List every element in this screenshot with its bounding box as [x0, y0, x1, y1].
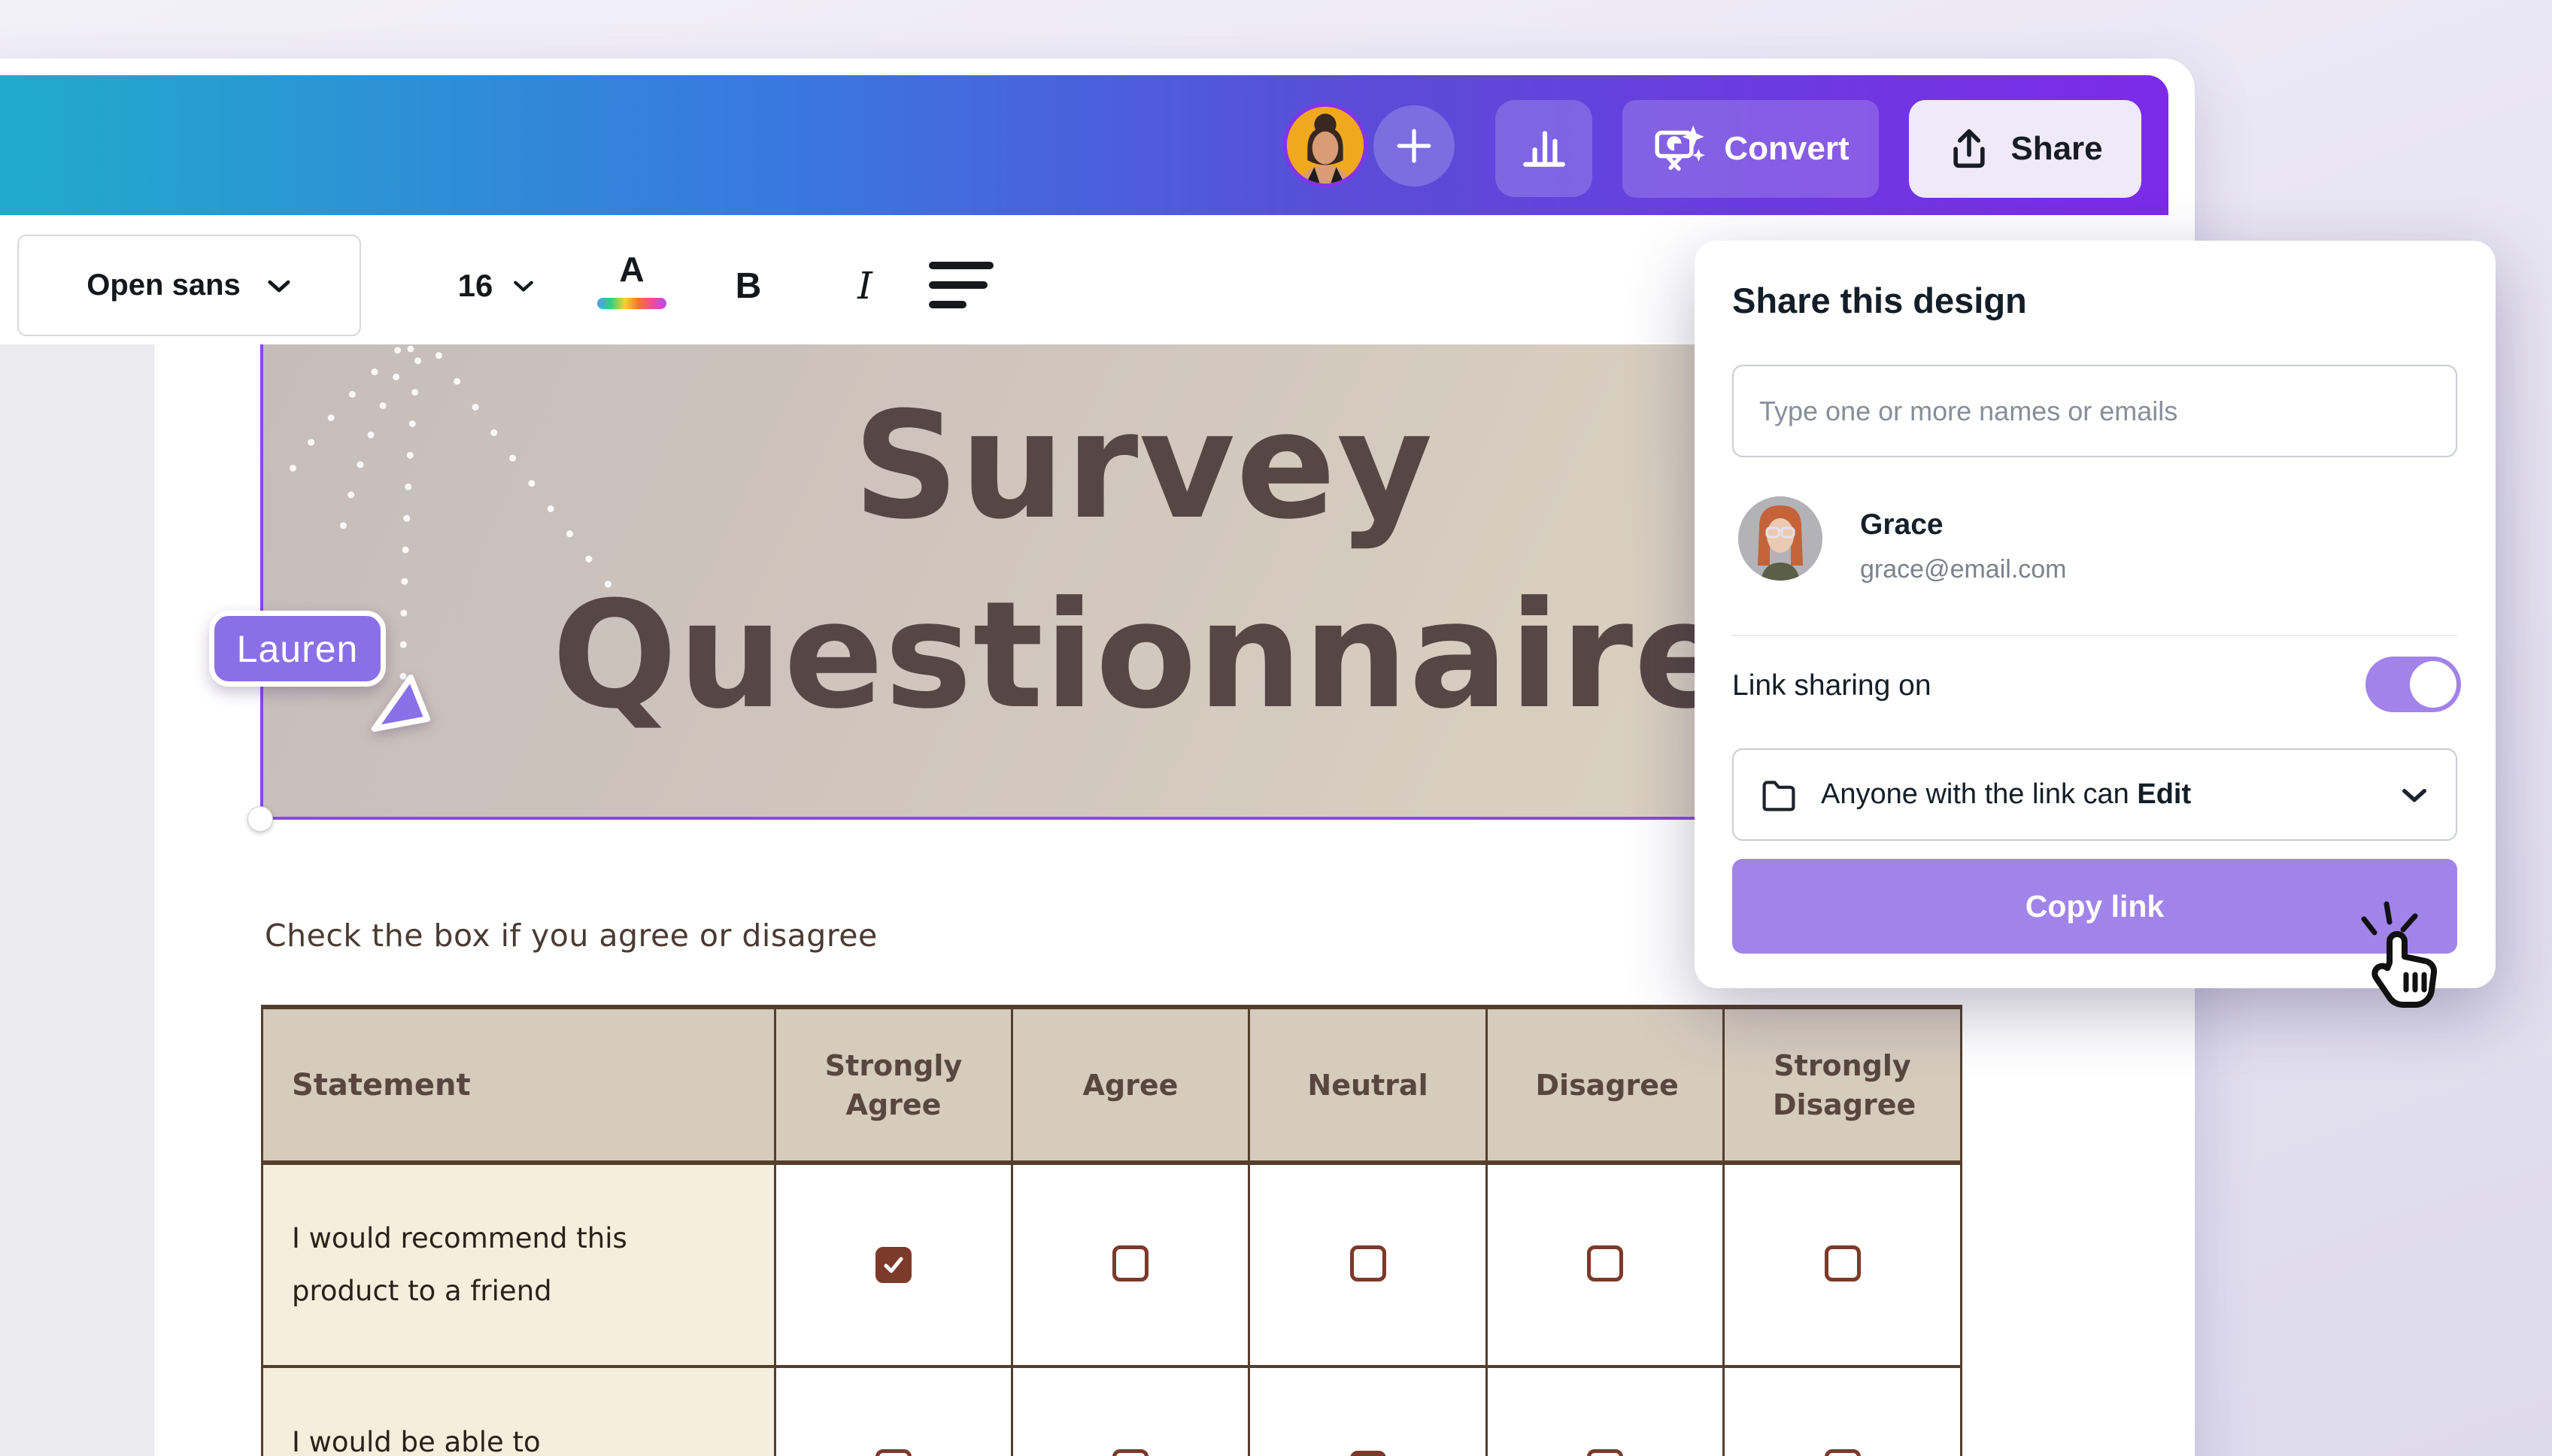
share-button[interactable]: Share — [1909, 100, 2141, 198]
rating-cell — [775, 1367, 1012, 1456]
share-recipients-input[interactable] — [1732, 365, 2457, 457]
italic-button[interactable]: I — [839, 248, 891, 323]
rating-cell — [1012, 1367, 1249, 1456]
permission-value: Edit — [2137, 778, 2191, 810]
text-align-button[interactable] — [929, 262, 997, 311]
magic-presentation-icon — [1652, 122, 1706, 176]
contact-name: Grace — [1860, 508, 1944, 541]
survey-instruction: Check the box if you agree or disagree — [265, 918, 878, 954]
permission-prefix: Anyone with the link can — [1821, 778, 2129, 810]
column-header: Agree — [1012, 1007, 1249, 1163]
export-icon — [1947, 127, 1991, 171]
bold-button[interactable]: B — [718, 248, 778, 323]
checkbox[interactable] — [1587, 1245, 1623, 1282]
add-collaborator-button[interactable] — [1373, 105, 1455, 187]
collaborator-name: Lauren — [237, 627, 359, 671]
align-left-icon — [929, 262, 997, 311]
desktop: Convert Share Open sans 16 — [0, 0, 2552, 1456]
click-cursor-icon — [2356, 896, 2469, 1017]
font-family-value: Open sans — [86, 268, 241, 302]
selection-resize-handle[interactable] — [247, 806, 273, 832]
plus-icon — [1393, 125, 1435, 167]
insights-button[interactable] — [1495, 100, 1592, 197]
contact-email: grace@email.com — [1860, 555, 2067, 584]
link-sharing-toggle[interactable] — [2365, 657, 2461, 712]
font-size-value: 16 — [458, 268, 493, 304]
rainbow-underline — [597, 298, 666, 309]
column-header: Disagree — [1487, 1007, 1724, 1163]
statement-cell: I would be able to recognise this brand … — [262, 1367, 775, 1456]
rating-cell — [1249, 1163, 1487, 1367]
link-sharing-label: Link sharing on — [1732, 669, 1931, 702]
checkbox-checked[interactable] — [1350, 1451, 1386, 1456]
workspace-left-rail — [0, 344, 154, 1456]
bar-chart-icon — [1519, 124, 1569, 174]
column-header: Strongly Disagree — [1724, 1007, 1962, 1163]
font-size-select[interactable]: 16 — [432, 248, 560, 323]
contact-photo — [1738, 496, 1822, 581]
top-app-bar: Convert Share — [0, 75, 2168, 215]
folder-icon — [1761, 778, 1797, 811]
text-color-icon: A — [619, 245, 644, 293]
font-family-select[interactable]: Open sans — [17, 235, 361, 336]
link-permission-select[interactable]: Anyone with the link can Edit — [1732, 748, 2457, 841]
checkbox[interactable] — [1112, 1245, 1149, 1282]
permission-text: Anyone with the link can Edit — [1821, 778, 2376, 811]
statement-cell: I would recommend this product to a frie… — [262, 1163, 775, 1367]
table-row: I would be able to recognise this brand … — [262, 1367, 1962, 1456]
column-header: Statement — [262, 1007, 775, 1163]
table-row: I would recommend this product to a frie… — [262, 1163, 1962, 1367]
collaborator-cursor-icon — [369, 672, 436, 741]
convert-button[interactable]: Convert — [1622, 100, 1879, 198]
chevron-down-icon — [266, 278, 292, 294]
checkbox[interactable] — [1587, 1449, 1623, 1456]
column-header: Strongly Agree — [775, 1007, 1012, 1163]
checkbox[interactable] — [875, 1449, 912, 1456]
share-label: Share — [2010, 130, 2102, 168]
collaborator-cursor-label: Lauren — [209, 611, 386, 687]
rating-cell — [1012, 1163, 1249, 1367]
contact-avatar[interactable] — [1738, 496, 1822, 581]
checkbox[interactable] — [1350, 1245, 1386, 1282]
copy-link-button[interactable]: Copy link — [1732, 859, 2457, 954]
rating-cell — [1724, 1163, 1962, 1367]
convert-label: Convert — [1724, 130, 1849, 168]
rating-cell — [1249, 1367, 1487, 1456]
rating-cell — [775, 1163, 1012, 1367]
checkbox[interactable] — [1825, 1449, 1861, 1456]
table-header-row: StatementStrongly AgreeAgreeNeutralDisag… — [262, 1007, 1962, 1163]
chevron-down-icon — [512, 278, 535, 293]
avatar[interactable] — [1283, 103, 1367, 187]
chevron-down-icon — [2400, 786, 2429, 804]
rating-cell — [1487, 1367, 1724, 1456]
rating-cell — [1724, 1367, 1962, 1456]
share-dialog: Share this design Grace grace@email.com … — [1695, 241, 2496, 988]
toggle-knob — [2410, 661, 2456, 708]
text-color-button[interactable]: A — [594, 245, 669, 328]
survey-table: StatementStrongly AgreeAgreeNeutralDisag… — [261, 1005, 1962, 1456]
user-photo — [1287, 107, 1364, 184]
share-dialog-title: Share this design — [1732, 280, 2027, 321]
rating-cell — [1487, 1163, 1724, 1367]
checkmark-icon — [881, 1252, 906, 1278]
dialog-divider — [1732, 635, 2457, 636]
column-header: Neutral — [1249, 1007, 1487, 1163]
checkbox[interactable] — [1112, 1449, 1149, 1456]
checkbox[interactable] — [1825, 1245, 1861, 1282]
checkbox-checked[interactable] — [875, 1247, 912, 1283]
